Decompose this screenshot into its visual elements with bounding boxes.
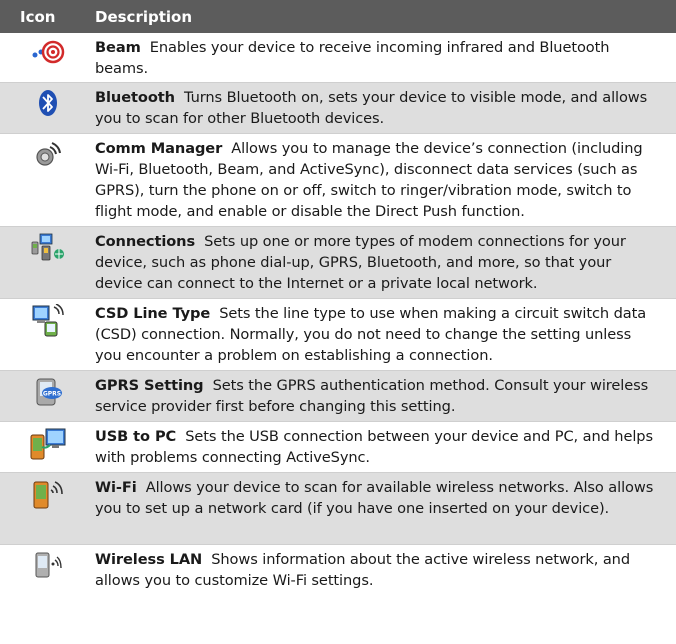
row-description: Comm Manager Allows you to manage the de…: [95, 134, 676, 226]
wireless-lan-icon: [33, 550, 63, 580]
row-text: Sets the USB connection between your dev…: [95, 428, 653, 466]
comm-manager-icon: [33, 139, 63, 169]
table-row: Wireless LAN Shows information about the…: [0, 545, 676, 595]
row-text: Turns Bluetooth on, sets your device to …: [95, 89, 648, 127]
wifi-icon: [31, 478, 65, 510]
row-title: Connections: [95, 233, 196, 250]
connections-icon: [30, 232, 66, 264]
row-description: Beam Enables your device to receive inco…: [95, 33, 676, 82]
gprs-setting-icon: GPRS: [32, 376, 64, 408]
row-description: USB to PC Sets the USB connection betwee…: [95, 422, 676, 472]
table-header: Icon Description: [0, 0, 676, 33]
row-title: Beam: [95, 39, 141, 56]
table-row: Wi-Fi Allows your device to scan for ava…: [0, 473, 676, 545]
table-row: Connections Sets up one or more types of…: [0, 227, 676, 299]
row-title: Bluetooth: [95, 89, 175, 106]
bluetooth-icon: [37, 88, 59, 118]
row-description: Connections Sets up one or more types of…: [95, 227, 676, 298]
row-title: Comm Manager: [95, 140, 223, 157]
row-title: Wi-Fi: [95, 479, 137, 496]
description-column-header: Description: [95, 7, 193, 26]
icon-column-header: Icon: [20, 7, 56, 26]
row-description: Wi-Fi Allows your device to scan for ava…: [95, 473, 676, 544]
row-title: CSD Line Type: [95, 305, 211, 322]
table-row: CSD Line Type Sets the line type to use …: [0, 299, 676, 371]
row-text: Enables your device to receive incoming …: [95, 39, 610, 77]
row-description: Bluetooth Turns Bluetooth on, sets your …: [95, 83, 676, 133]
table-row: Beam Enables your device to receive inco…: [0, 33, 676, 83]
table-row: USB to PC Sets the USB connection betwee…: [0, 422, 676, 473]
row-description: CSD Line Type Sets the line type to use …: [95, 299, 676, 370]
row-title: GPRS Setting: [95, 377, 204, 394]
row-description: GPRS Setting Sets the GPRS authenticatio…: [95, 371, 676, 421]
row-description: Wireless LAN Shows information about the…: [95, 545, 676, 595]
table-row: GPRS GPRS Setting Sets the GPRS authenti…: [0, 371, 676, 422]
beam-icon: [30, 38, 66, 68]
row-title: Wireless LAN: [95, 551, 203, 568]
row-text: Allows your device to scan for available…: [95, 479, 654, 517]
table-row: Bluetooth Turns Bluetooth on, sets your …: [0, 83, 676, 134]
usb-to-pc-icon: [29, 427, 67, 461]
settings-icon-table: Icon Description Beam Enables your devic…: [0, 0, 676, 595]
table-row: Comm Manager Allows you to manage the de…: [0, 134, 676, 227]
csd-line-type-icon: [31, 304, 65, 338]
row-title: USB to PC: [95, 428, 177, 445]
gprs-icon-label: GPRS: [42, 391, 60, 398]
